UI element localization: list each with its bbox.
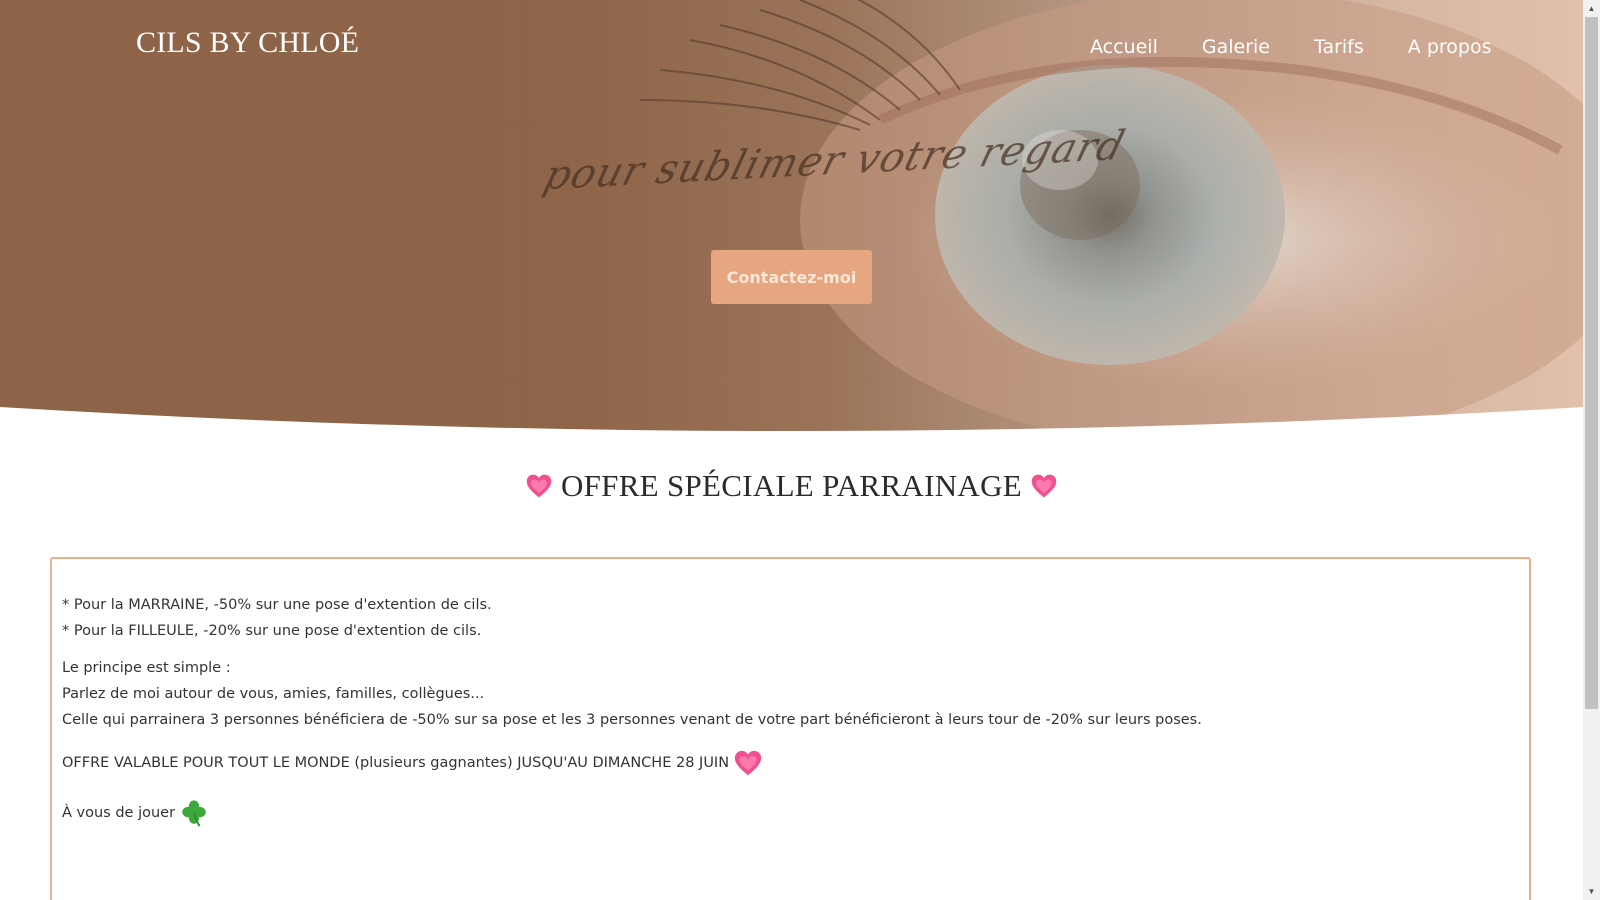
offer-line-principe: Le principe est simple : [62, 660, 231, 676]
pink-heart-icon [1031, 474, 1057, 498]
scroll-up-arrow-icon[interactable]: ▲ [1583, 0, 1600, 17]
pink-heart-icon [526, 474, 552, 498]
pink-heart-icon [734, 750, 762, 776]
offer-line-cta: À vous de jouer [62, 798, 209, 828]
vertical-scrollbar[interactable]: ▲ ▼ [1583, 0, 1600, 900]
four-leaf-clover-icon [182, 800, 206, 827]
offer-title-text: OFFRE SPÉCIALE PARRAINAGE [560, 468, 1023, 503]
scroll-down-arrow-icon[interactable]: ▼ [1583, 883, 1600, 900]
nav-link-a-propos[interactable]: A propos [1408, 36, 1492, 58]
hero-section: CILS BY CHLOÉ Accueil Galerie Tarifs A p… [0, 0, 1583, 440]
offer-cta-text: À vous de jouer [62, 805, 176, 821]
nav-link-tarifs[interactable]: Tarifs [1314, 36, 1364, 58]
offer-heading: OFFRE SPÉCIALE PARRAINAGE [0, 468, 1583, 504]
offer-line-parlez: Parlez de moi autour de vous, amies, fam… [62, 686, 485, 702]
contact-button[interactable]: Contactez-moi [711, 250, 872, 304]
offer-line-filleule: * Pour la FILLEULE, -20% sur une pose d'… [62, 623, 482, 639]
page: CILS BY CHLOÉ Accueil Galerie Tarifs A p… [0, 0, 1583, 900]
brand-logo[interactable]: CILS BY CHLOÉ [136, 26, 359, 60]
scrollbar-thumb[interactable] [1585, 17, 1598, 709]
eye-background-image [0, 0, 1583, 440]
nav-link-accueil[interactable]: Accueil [1090, 36, 1158, 58]
offer-line-validity: OFFRE VALABLE POUR TOUT LE MONDE (plusie… [62, 748, 763, 778]
hero-wave-divider [0, 407, 1583, 440]
offer-line-marraine: * Pour la MARRAINE, -50% sur une pose d'… [62, 597, 492, 613]
offer-validity-text: OFFRE VALABLE POUR TOUT LE MONDE (plusie… [62, 755, 730, 771]
nav-link-galerie[interactable]: Galerie [1202, 36, 1270, 58]
offer-line-details: Celle qui parrainera 3 personnes bénéfic… [62, 712, 1202, 728]
main-nav: Accueil Galerie Tarifs A propos [1090, 36, 1491, 58]
